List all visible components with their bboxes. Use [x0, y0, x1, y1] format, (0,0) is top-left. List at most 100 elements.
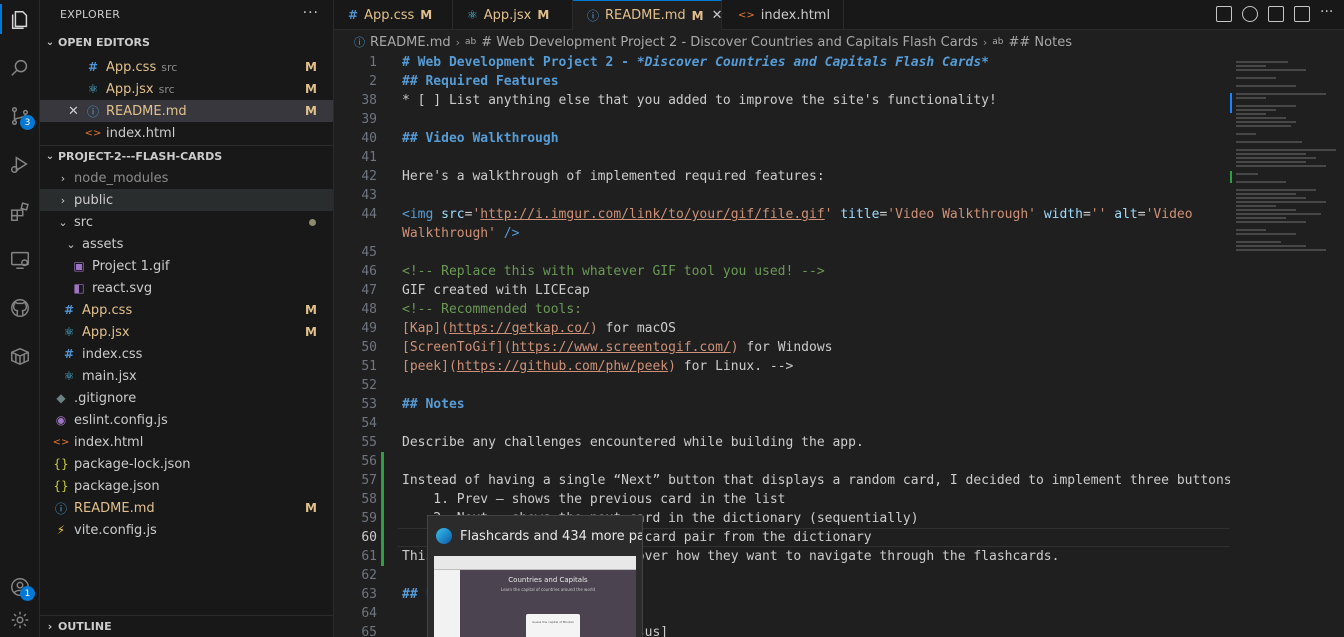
code-text: # Web Development Project 2 - *Discover …: [402, 53, 989, 72]
tree-file[interactable]: ◉ eslint.config.js: [40, 409, 333, 431]
code-line[interactable]: 57 Instead of having a single “Next” butt…: [334, 471, 1230, 490]
close-icon[interactable]: ✕: [68, 104, 79, 119]
code-text: [ScreenToGif](https://www.screentogif.co…: [402, 338, 832, 357]
code-line[interactable]: 38 * [ ] List anything else that you adde…: [334, 91, 1230, 110]
code-line[interactable]: 42 Here's a walkthrough of implemented re…: [334, 167, 1230, 186]
code-line[interactable]: 45: [334, 243, 1230, 262]
explorer-icon[interactable]: [4, 4, 36, 36]
tree-file[interactable]: <> index.html: [40, 431, 333, 453]
breadcrumb-file[interactable]: README.md: [370, 35, 451, 50]
tree-file[interactable]: ⚛ main.jsx: [40, 365, 333, 387]
code-line[interactable]: 51 [peek](https://github.com/phw/peek) fo…: [334, 357, 1230, 376]
tab-app-css[interactable]: # App.css M: [334, 0, 453, 30]
open-editor-item[interactable]: ⚛ App.jsx src M: [40, 78, 333, 100]
gutter-added-marker[interactable]: [381, 509, 384, 528]
code-line[interactable]: 1 # Web Development Project 2 - *Discover…: [334, 53, 1230, 72]
open-preview-icon[interactable]: [1216, 6, 1232, 22]
code-line[interactable]: 39: [334, 110, 1230, 129]
tree-file[interactable]: {} package.json: [40, 475, 333, 497]
code-line[interactable]: 46 <!-- Replace this with whatever GIF to…: [334, 262, 1230, 281]
tree-file[interactable]: ◆ .gitignore: [40, 387, 333, 409]
tree-file[interactable]: ⚡ vite.config.js: [40, 519, 333, 541]
gutter-added-marker[interactable]: [381, 547, 384, 566]
go-to-changes-icon[interactable]: [1242, 6, 1258, 22]
code-line[interactable]: 55 Describe any challenges encountered wh…: [334, 433, 1230, 452]
code-line[interactable]: 58 1. Prev – shows the previous card in …: [334, 490, 1230, 509]
minimap-line: [1236, 121, 1296, 123]
code-line[interactable]: 47 GIF created with LICEcap: [334, 281, 1230, 300]
code-line[interactable]: 52: [334, 376, 1230, 395]
github-icon[interactable]: [4, 292, 36, 324]
code-token: http://i.imgur.com/link/to/your/gif/file…: [480, 207, 825, 222]
tree-file[interactable]: {} package-lock.json: [40, 453, 333, 475]
tree-folder[interactable]: ⌄ src: [40, 211, 333, 233]
tree-folder[interactable]: › public: [40, 189, 333, 211]
tree-file[interactable]: ⓘ README.md M: [40, 497, 333, 519]
code-line[interactable]: 56: [334, 452, 1230, 471]
modified-badge: M: [691, 8, 704, 23]
code-token: https://getkap.co/: [448, 321, 590, 336]
code-line[interactable]: 50 [ScreenToGif](https://www.screentogif.…: [334, 338, 1230, 357]
tab-index-html[interactable]: <> index.html: [722, 0, 844, 30]
breadcrumb-heading-2[interactable]: ## Notes: [1009, 35, 1072, 50]
open-editor-item[interactable]: # App.css src M: [40, 56, 333, 78]
open-changes-icon[interactable]: [1268, 6, 1284, 22]
more-actions-icon[interactable]: ···: [1320, 5, 1336, 22]
containers-icon[interactable]: [4, 340, 36, 372]
tree-file[interactable]: # index.css: [40, 343, 333, 365]
minimap-line: [1236, 113, 1266, 115]
run-debug-icon[interactable]: [4, 148, 36, 180]
open-editors-header[interactable]: ⌄ OPEN EDITORS: [40, 28, 333, 56]
gutter-added-marker[interactable]: [381, 528, 384, 547]
code-token: ): [668, 359, 676, 374]
settings-gear-icon[interactable]: [4, 604, 36, 636]
tree-file[interactable]: ◧ react.svg: [40, 277, 333, 299]
code-line[interactable]: 49 [Kap](https://getkap.co/) for macOS: [334, 319, 1230, 338]
explorer-sidebar: EXPLORER ··· ⌄ OPEN EDITORS # App.css sr…: [40, 0, 334, 637]
minimap[interactable]: [1230, 53, 1344, 637]
gutter-added-marker[interactable]: [381, 452, 384, 471]
code-token: />: [495, 226, 520, 241]
tab-app-jsx[interactable]: ⚛ App.jsx M: [453, 0, 573, 30]
tree-folder[interactable]: › node_modules: [40, 167, 333, 189]
outline-header[interactable]: › OUTLINE: [40, 615, 334, 637]
breadcrumb-heading-1[interactable]: # Web Development Project 2 - Discover C…: [481, 35, 978, 50]
split-editor-icon[interactable]: [1294, 6, 1310, 22]
tree-file[interactable]: ⚛ App.jsx M: [40, 321, 333, 343]
close-tab-icon[interactable]: ✕: [712, 8, 723, 23]
open-editor-item-active[interactable]: ✕ ⓘ README.md M: [40, 100, 333, 122]
tree-folder[interactable]: ⌄ assets: [40, 233, 333, 255]
account-icon[interactable]: 1: [4, 571, 36, 603]
code-text: * [ ] List anything else that you added …: [402, 91, 997, 110]
code-line[interactable]: 43: [334, 186, 1230, 205]
code-line[interactable]: Walkthrough' />: [334, 224, 1230, 243]
code-line[interactable]: 41: [334, 148, 1230, 167]
code-line[interactable]: 53 ## Notes: [334, 395, 1230, 414]
gutter-added-marker[interactable]: [381, 471, 384, 490]
open-editor-item[interactable]: <> index.html: [40, 122, 333, 144]
gutter-added-marker[interactable]: [381, 490, 384, 509]
vite-file-icon: ⚡: [56, 523, 66, 537]
tree-file[interactable]: # App.css M: [40, 299, 333, 321]
code-line[interactable]: 44 <img src='http://i.imgur.com/link/to/y…: [334, 205, 1230, 224]
taskbar-window-preview[interactable]: Flashcards and 434 more pa... Countries …: [427, 515, 643, 637]
html-file-icon: <>: [738, 9, 755, 21]
minimap-modified-marker: [1230, 93, 1232, 113]
line-number: 44: [361, 207, 377, 222]
code-line[interactable]: 54: [334, 414, 1230, 433]
minimap-line: [1236, 193, 1296, 195]
tree-file[interactable]: ▣ Project 1.gif: [40, 255, 333, 277]
project-header[interactable]: ⌄ PROJECT-2---FLASH-CARDS: [40, 145, 333, 167]
remote-explorer-icon[interactable]: [4, 244, 36, 276]
tab-readme[interactable]: ⓘ README.md M ✕: [573, 0, 723, 30]
search-icon[interactable]: [4, 52, 36, 84]
code-line[interactable]: 40 ## Video Walkthrough: [334, 129, 1230, 148]
code-line[interactable]: 48 <!-- Recommended tools:: [334, 300, 1230, 319]
breadcrumb: ⓘ README.md › ab # Web Development Proje…: [334, 31, 1344, 53]
source-control-icon[interactable]: 3: [4, 100, 36, 132]
minimap-line: [1236, 217, 1286, 219]
extensions-icon[interactable]: [4, 196, 36, 228]
explorer-more-actions[interactable]: ···: [303, 5, 319, 21]
code-line[interactable]: 2 ## Required Features: [334, 72, 1230, 91]
chevron-down-icon: ⌄: [66, 237, 76, 251]
